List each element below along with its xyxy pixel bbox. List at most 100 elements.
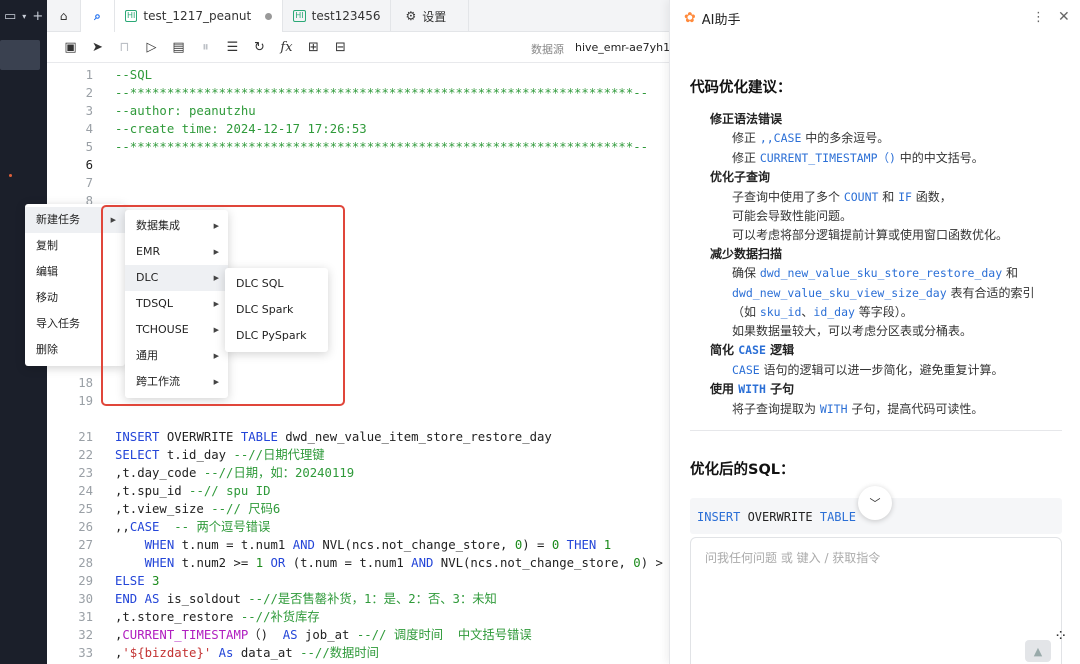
- rail-top: ▭ ▾ +: [0, 0, 47, 32]
- line-number: 28: [78, 556, 93, 570]
- add-icon[interactable]: +: [32, 9, 43, 24]
- suggestion-heading: 修正语法错误: [710, 112, 783, 126]
- code-line[interactable]: ,'${bizdate}' As data_at --//数据时间: [115, 644, 379, 662]
- save-icon[interactable]: ▣: [57, 36, 84, 58]
- code-line[interactable]: ,t.spu_id --// spu ID: [115, 482, 270, 500]
- suggestion-text: CASE 语句的逻辑可以进一步简化，避免重复计算。: [732, 363, 1004, 377]
- search-icon: ⌕: [94, 8, 101, 23]
- line-number: 19: [78, 394, 93, 408]
- line-number: 23: [78, 466, 93, 480]
- line-number: 25: [78, 502, 93, 516]
- tab-label: test_1217_peanut: [143, 9, 252, 23]
- datasource-select[interactable]: hive_emr-ae7yh152: [575, 41, 684, 54]
- line-number: 1: [85, 68, 93, 82]
- code-line[interactable]: --create time: 2024-12-17 17:26:53: [115, 120, 367, 138]
- code-line[interactable]: ,t.day_code --//日期，如：20240119: [115, 464, 354, 482]
- line-number: 3: [85, 104, 93, 118]
- ai-logo-icon: ✿: [684, 10, 696, 26]
- code-line[interactable]: ,,CASE -- 两个逗号错误: [115, 518, 270, 536]
- ai-panel-header: ✿ AI助手: [670, 0, 1080, 36]
- new-file-icon[interactable]: ▭: [4, 9, 16, 24]
- dropdown-icon[interactable]: ▾: [22, 12, 26, 21]
- line-number: 2: [85, 86, 93, 100]
- suggestion-text: 确保 dwd_new_value_sku_store_restore_day 和: [732, 266, 1018, 280]
- unsaved-dot: [265, 12, 273, 20]
- suggestion-text: 修正 ,,CASE 中的多余逗号。: [732, 131, 890, 145]
- close-icon[interactable]: ✕: [1058, 9, 1070, 25]
- line-number: 21: [78, 430, 93, 444]
- home-icon: ⌂: [59, 9, 68, 23]
- code-line[interactable]: ELSE 3: [115, 572, 159, 590]
- suggestion-text: 子查询中使用了多个 COUNT 和 IF 函数，: [732, 190, 952, 204]
- format-icon[interactable]: ☰: [219, 36, 246, 58]
- refresh-icon[interactable]: ↻: [246, 36, 273, 58]
- datasource-label: 数据源: [531, 43, 564, 56]
- line-number: 27: [78, 538, 93, 552]
- tab-label: test123456: [311, 9, 381, 23]
- line-number: 33: [78, 646, 93, 660]
- suggestion-text: 修正 CURRENT_TIMESTAMP（) 中的中文括号。: [732, 151, 984, 165]
- table-icon[interactable]: ⊟: [327, 36, 354, 58]
- run-config-icon[interactable]: ▤: [165, 36, 192, 58]
- tab-label: 设置: [422, 9, 447, 24]
- code-line[interactable]: --SQL: [115, 66, 152, 84]
- tab-test-1217-peanut[interactable]: HI test_1217_peanut: [115, 0, 284, 32]
- more-icon[interactable]: ⋮: [1032, 10, 1045, 25]
- submit-icon[interactable]: ➤: [84, 36, 111, 58]
- code-line[interactable]: ,t.view_size --// 尺码6: [115, 500, 280, 518]
- suggestion-text: 可能会导致性能问题。: [732, 209, 853, 223]
- code-line[interactable]: --author: peanutzhu: [115, 102, 256, 120]
- scroll-top-button[interactable]: ▲: [1025, 640, 1051, 662]
- code-line[interactable]: INSERT OVERWRITE TABLE dwd_new_value_ite…: [115, 428, 552, 446]
- suggestion-text: （如 sku_id、id_day 等字段）。: [732, 305, 913, 319]
- params-icon[interactable]: ⊞: [300, 36, 327, 58]
- suggestion-text: dwd_new_value_sku_view_size_day 表有合适的索引: [732, 286, 1035, 300]
- divider: [690, 430, 1062, 431]
- app-root: ▭ ▾ + ⌂ ⌕ HI test_1217_peanut HI test123…: [0, 0, 1080, 664]
- code-line[interactable]: END AS is_soldout --//是否售罄补货，1：是、2：否、3：未…: [115, 590, 497, 608]
- suggestion-text: 可以考虑将部分逻辑提前计算或使用窗口函数优化。: [732, 228, 1009, 242]
- line-number: 7: [85, 176, 93, 190]
- suggestion-heading: 优化子查询: [710, 170, 771, 184]
- tab-home[interactable]: ⌂: [47, 0, 81, 32]
- code-line[interactable]: WHEN t.num2 >= 1 OR (t.num = t.num1 AND …: [115, 554, 669, 572]
- function-icon[interactable]: fx: [273, 36, 300, 58]
- suggestion-heading: 减少数据扫描: [710, 247, 783, 261]
- line-number: 6: [85, 158, 93, 172]
- tab-settings[interactable]: ⚙ 设置: [391, 0, 470, 32]
- tab-search[interactable]: ⌕: [81, 0, 115, 32]
- suggestion-heading: 简化 CASE 逻辑: [710, 343, 795, 357]
- code-line[interactable]: --**************************************…: [115, 138, 648, 156]
- rail-selected-item[interactable]: [0, 40, 40, 70]
- ai-response: 代码优化建议： 修正语法错误修正 ,,CASE 中的多余逗号。修正 CURREN…: [690, 76, 1062, 416]
- apps-icon[interactable]: ⁘: [1054, 626, 1067, 645]
- code-line[interactable]: WHEN t.num = t.num1 AND NVL(ncs.not_chan…: [115, 536, 611, 554]
- hive-badge: HI: [293, 10, 306, 22]
- line-number: 30: [78, 592, 93, 606]
- scroll-down-button[interactable]: ﹀: [858, 486, 892, 520]
- highlight-box: [101, 205, 345, 406]
- run-icon[interactable]: ▷: [138, 36, 165, 58]
- lock-icon[interactable]: ⊓: [111, 36, 138, 58]
- ai-panel-title: AI助手: [701, 12, 741, 28]
- line-number: 24: [78, 484, 93, 498]
- code-line[interactable]: SELECT t.id_day --//日期代理键: [115, 446, 325, 464]
- line-number: 5: [85, 140, 93, 154]
- line-number: 22: [78, 448, 93, 462]
- suggestion-heading: 使用 WITH 子句: [710, 382, 795, 396]
- rail-marker-dot: [9, 174, 12, 177]
- ai-chat-input[interactable]: 问我任何问题 或 键入 / 获取指令: [690, 537, 1062, 664]
- line-number: 32: [78, 628, 93, 642]
- gear-icon: ⚙: [405, 9, 417, 23]
- pause-icon[interactable]: ⏸: [192, 36, 219, 58]
- suggestions-heading: 代码优化建议：: [690, 80, 792, 96]
- hive-badge: HI: [125, 10, 138, 22]
- tab-bar: ⌂ ⌕ HI test_1217_peanut HI test123456 ⚙ …: [47, 0, 669, 32]
- code-line[interactable]: ,t.store_restore --//补货库存: [115, 608, 320, 626]
- input-placeholder: 问我任何问题 或 键入 / 获取指令: [705, 551, 881, 565]
- code-line[interactable]: ,CURRENT_TIMESTAMP（) AS job_at --// 调度时间…: [115, 626, 532, 644]
- ai-assistant-panel: ✿ AI助手 ⋮ ✕ 代码优化建议： 修正语法错误修正 ,,CASE 中的多余逗…: [669, 0, 1080, 664]
- line-number: 29: [78, 574, 93, 588]
- code-line[interactable]: --**************************************…: [115, 84, 648, 102]
- tab-test123456[interactable]: HI test123456: [283, 0, 392, 32]
